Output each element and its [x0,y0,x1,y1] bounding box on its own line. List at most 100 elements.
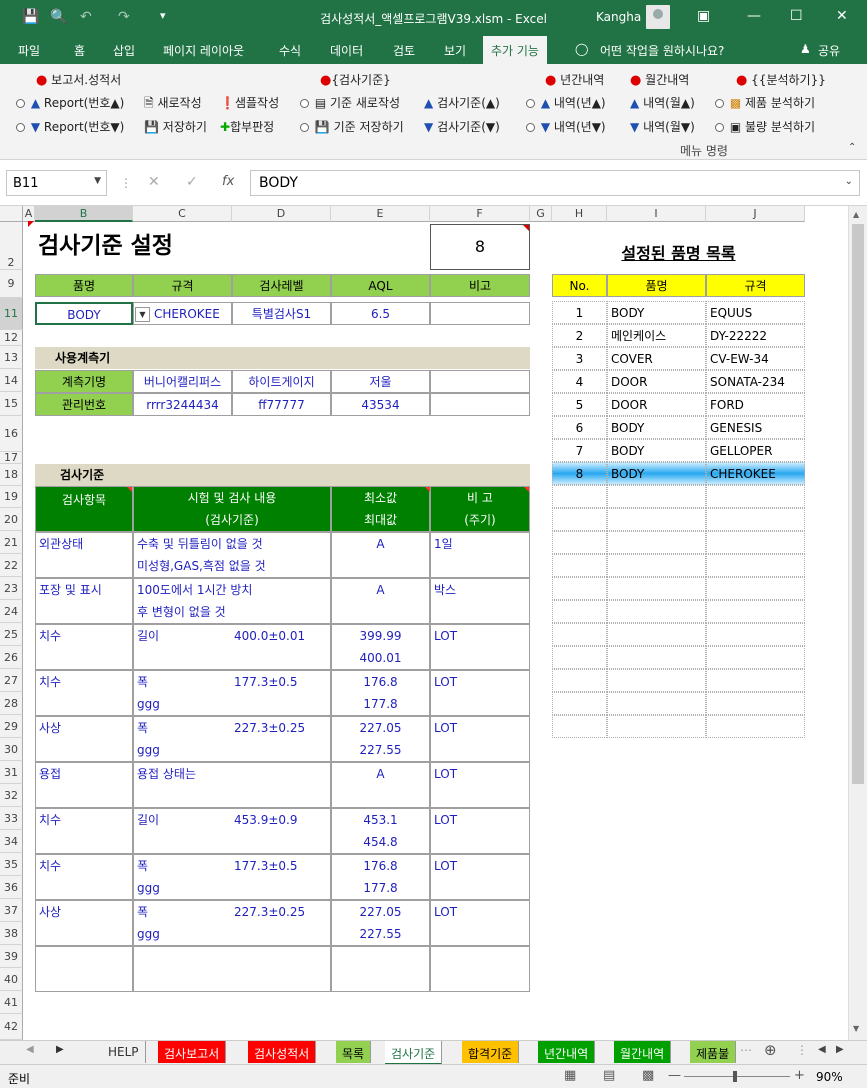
report-down-button[interactable]: ▼ Report(번호▼) [16,118,124,135]
list-no[interactable]: 8 [552,462,607,485]
vertical-scrollbar[interactable]: ▲ ▼ [848,206,867,1040]
tab-view[interactable]: 보기 [444,42,466,59]
row-header[interactable]: 26 [0,646,23,669]
tab-add-ins[interactable]: 추가 기능 [483,36,547,64]
row-header[interactable]: 25 [0,623,23,646]
column-header[interactable]: I [607,206,706,222]
criteria-minmax[interactable]: 176.8 177.8 [331,854,430,900]
list-no[interactable]: 2 [552,324,607,347]
list-spec[interactable] [706,508,805,531]
tab-insert[interactable]: 삽입 [113,42,135,59]
zoom-slider[interactable] [684,1076,790,1077]
list-spec[interactable] [706,715,805,738]
criteria-content[interactable] [133,946,331,992]
zoom-level[interactable]: 90% [816,1070,843,1084]
row-header[interactable]: 17 [0,452,23,464]
scroll-up-icon[interactable]: ▲ [853,210,859,219]
list-spec[interactable] [706,669,805,692]
list-spec[interactable]: CV-EW-34 [706,347,805,370]
yearly-up-button[interactable]: ▲ 내역(년▲) [526,94,606,111]
column-header[interactable]: C [133,206,232,222]
column-header[interactable]: G [530,206,552,222]
row-header[interactable]: 27 [0,669,23,692]
criteria-note[interactable]: LOT [430,900,530,946]
page-layout-view-icon[interactable]: ▤ [603,1068,615,1083]
tab-review[interactable]: 검토 [393,42,415,59]
list-spec[interactable]: FORD [706,393,805,416]
list-name[interactable]: DOOR [607,370,706,393]
worksheet-grid[interactable]: A B C D E F G H I J 2 9 11 12 13 14 15 16 17 18 19 20 21 22 23 24… [0,206,848,1040]
tab-data[interactable]: 데이터 [330,42,363,59]
row-header[interactable]: 35 [0,853,23,876]
criteria-minmax[interactable]: 176.8 177.8 [331,670,430,716]
avatar[interactable] [646,5,670,29]
list-spec[interactable] [706,692,805,715]
list-spec[interactable] [706,623,805,646]
list-name[interactable]: BODY [607,416,706,439]
criteria-note[interactable]: LOT [430,808,530,854]
row-header[interactable]: 12 [0,330,23,346]
criteria-minmax[interactable]: 453.1 454.8 [331,808,430,854]
criteria-down-button[interactable]: ▼ 검사기준(▼) [424,118,500,135]
row-header[interactable]: 13 [0,346,23,369]
row-header[interactable]: 33 [0,807,23,830]
sheet-tab[interactable]: 목록 [336,1041,372,1063]
criteria-item[interactable]: 외관상태 [35,532,133,578]
criteria-save-button[interactable]: 💾 기준 저장하기 [300,118,404,135]
enter-icon[interactable]: ✓ [186,174,198,190]
list-spec[interactable]: GELLOPER [706,439,805,462]
criteria-minmax[interactable]: A [331,762,430,808]
minimize-icon[interactable]: — [747,8,761,24]
value-cell[interactable] [430,302,530,325]
list-spec[interactable]: DY-22222 [706,324,805,347]
product-name-cell[interactable]: BODY [35,302,133,325]
criteria-note[interactable]: LOT [430,762,530,808]
row-header[interactable]: 41 [0,991,23,1014]
instrument-value[interactable]: 하이트게이지 [232,370,331,393]
value-cell[interactable]: 6.5 [331,302,430,325]
row-header[interactable]: 16 [0,416,23,452]
monthly-up-button[interactable]: ▲ 내역(월▲) [630,94,695,111]
row-header[interactable]: 19 [0,486,23,508]
row-header[interactable]: 39 [0,945,23,968]
tell-me-search[interactable]: 어떤 작업을 원하시나요? [600,42,724,59]
criteria-content[interactable]: 용접 상태는 [133,762,331,808]
criteria-up-button[interactable]: ▲ 검사기준(▲) [424,94,500,111]
tab-home[interactable]: 홈 [74,42,85,59]
sheet-tab[interactable]: HELP [102,1041,146,1063]
list-no[interactable] [552,646,607,669]
list-name[interactable]: 메인케이스 [607,324,706,347]
list-spec[interactable] [706,531,805,554]
criteria-note[interactable]: LOT [430,854,530,900]
list-spec[interactable]: EQUUS [706,301,805,324]
list-no[interactable] [552,600,607,623]
sheet-tab[interactable]: 검사기준 [385,1041,443,1065]
criteria-content[interactable]: 폭 ggg 227.3±0.25 [133,716,331,762]
criteria-minmax[interactable]: 399.99 400.01 [331,624,430,670]
monthly-down-button[interactable]: ▼ 내역(월▼) [630,118,695,135]
sample-button[interactable]: ❗샘플작성 [220,94,279,111]
row-header[interactable]: 28 [0,692,23,715]
instrument-value[interactable]: 버니어캘리퍼스 [133,370,232,393]
sheet-tab[interactable]: 합격기준 [462,1041,520,1063]
criteria-content[interactable]: 길이 453.9±0.9 [133,808,331,854]
criteria-item[interactable]: 치수 [35,808,133,854]
row-header[interactable]: 14 [0,369,23,392]
criteria-minmax[interactable]: 227.05 227.55 [331,716,430,762]
dropdown-arrow-icon[interactable]: ▼ [135,307,150,322]
list-no[interactable]: 1 [552,301,607,324]
insert-function-icon[interactable]: fx [222,174,234,189]
criteria-minmax[interactable]: 227.05 227.55 [331,900,430,946]
collapse-ribbon-icon[interactable]: ⌃ [848,142,856,153]
criteria-note[interactable]: LOT [430,624,530,670]
criteria-minmax[interactable] [331,946,430,992]
list-name[interactable] [607,508,706,531]
list-name[interactable] [607,646,706,669]
sheet-tab[interactable]: 년간내역 [538,1041,596,1063]
add-sheet-icon[interactable]: ⊕ [764,1041,777,1059]
zoom-in-icon[interactable]: + [794,1068,805,1083]
product-analysis-button[interactable]: ▩ 제품 분석하기 [715,94,815,111]
sheet-tab[interactable]: 월간내역 [614,1041,672,1063]
column-header[interactable]: F [430,206,530,222]
list-no[interactable]: 5 [552,393,607,416]
